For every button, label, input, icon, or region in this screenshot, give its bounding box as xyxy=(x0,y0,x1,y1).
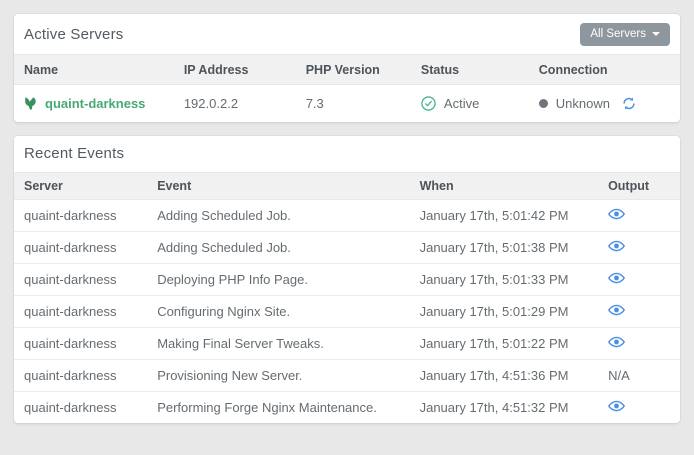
chevron-down-icon xyxy=(652,32,660,36)
all-servers-dropdown-label: All Servers xyxy=(590,28,646,40)
table-row: quaint-darknessPerforming Forge Nginx Ma… xyxy=(14,391,680,423)
column-header-name: Name xyxy=(14,55,174,85)
event-server: quaint-darkness xyxy=(14,263,147,295)
event-server: quaint-darkness xyxy=(14,327,147,359)
table-row: quaint-darknessAdding Scheduled Job.Janu… xyxy=(14,199,680,231)
active-servers-title: Active Servers xyxy=(24,26,124,43)
active-servers-table: Name IP Address PHP Version Status Conne… xyxy=(14,54,680,122)
event-name: Performing Forge Nginx Maintenance. xyxy=(147,391,409,423)
event-server: quaint-darkness xyxy=(14,359,147,391)
recent-events-panel: Recent Events Server Event When Output q… xyxy=(14,136,680,424)
event-name: Making Final Server Tweaks. xyxy=(147,327,409,359)
refresh-connection-button[interactable] xyxy=(622,96,636,111)
event-when: January 17th, 5:01:38 PM xyxy=(410,231,598,263)
server-provider-icon xyxy=(24,96,37,111)
server-name-link[interactable]: quaint-darkness xyxy=(45,96,145,111)
event-output-cell xyxy=(598,295,680,327)
event-name: Deploying PHP Info Page. xyxy=(147,263,409,295)
column-header-ip-address: IP Address xyxy=(174,55,296,85)
gray-dot-icon xyxy=(539,99,548,108)
recent-events-header-row: Server Event When Output xyxy=(14,172,680,199)
column-header-output: Output xyxy=(598,172,680,199)
view-output-eye-icon[interactable] xyxy=(608,208,625,220)
recent-events-table: Server Event When Output quaint-darkness… xyxy=(14,172,680,424)
server-status-label: Active xyxy=(444,96,479,111)
event-server: quaint-darkness xyxy=(14,231,147,263)
event-when: January 17th, 5:01:22 PM xyxy=(410,327,598,359)
view-output-eye-icon[interactable] xyxy=(608,240,625,252)
server-php-version: 7.3 xyxy=(296,85,411,122)
active-servers-panel: Active Servers All Servers Name IP Addre… xyxy=(14,14,680,122)
event-output-cell xyxy=(598,199,680,231)
recent-events-header: Recent Events xyxy=(14,136,680,172)
check-circle-icon xyxy=(421,96,436,111)
event-output-cell xyxy=(598,327,680,359)
event-output-cell xyxy=(598,231,680,263)
table-row: quaint-darknessConfiguring Nginx Site.Ja… xyxy=(14,295,680,327)
view-output-eye-icon[interactable] xyxy=(608,336,625,348)
event-name: Provisioning New Server. xyxy=(147,359,409,391)
recent-events-title: Recent Events xyxy=(24,145,124,162)
view-output-eye-icon[interactable] xyxy=(608,272,625,284)
event-when: January 17th, 5:01:42 PM xyxy=(410,199,598,231)
event-name: Adding Scheduled Job. xyxy=(147,199,409,231)
event-server: quaint-darkness xyxy=(14,295,147,327)
active-servers-header-row: Name IP Address PHP Version Status Conne… xyxy=(14,55,680,85)
event-server: quaint-darkness xyxy=(14,199,147,231)
table-row: quaint-darkness 192.0.2.2 7.3 Active xyxy=(14,85,680,122)
event-server: quaint-darkness xyxy=(14,391,147,423)
event-when: January 17th, 4:51:32 PM xyxy=(410,391,598,423)
refresh-icon xyxy=(622,96,636,111)
column-header-connection: Connection xyxy=(529,55,680,85)
table-row: quaint-darknessDeploying PHP Info Page.J… xyxy=(14,263,680,295)
event-when: January 17th, 4:51:36 PM xyxy=(410,359,598,391)
view-output-eye-icon[interactable] xyxy=(608,304,625,316)
event-name: Adding Scheduled Job. xyxy=(147,231,409,263)
event-output-na: N/A xyxy=(598,359,680,391)
column-header-event: Event xyxy=(147,172,409,199)
view-output-eye-icon[interactable] xyxy=(608,400,625,412)
server-connection-label: Unknown xyxy=(556,96,610,111)
server-ip: 192.0.2.2 xyxy=(174,85,296,122)
column-header-status: Status xyxy=(411,55,529,85)
column-header-php-version: PHP Version xyxy=(296,55,411,85)
table-row: quaint-darknessProvisioning New Server.J… xyxy=(14,359,680,391)
event-when: January 17th, 5:01:33 PM xyxy=(410,263,598,295)
event-output-cell xyxy=(598,391,680,423)
all-servers-dropdown-button[interactable]: All Servers xyxy=(580,23,670,46)
event-output-cell xyxy=(598,263,680,295)
table-row: quaint-darknessAdding Scheduled Job.Janu… xyxy=(14,231,680,263)
active-servers-header: Active Servers All Servers xyxy=(14,14,680,54)
event-when: January 17th, 5:01:29 PM xyxy=(410,295,598,327)
column-header-when: When xyxy=(410,172,598,199)
table-row: quaint-darknessMaking Final Server Tweak… xyxy=(14,327,680,359)
event-name: Configuring Nginx Site. xyxy=(147,295,409,327)
column-header-server: Server xyxy=(14,172,147,199)
